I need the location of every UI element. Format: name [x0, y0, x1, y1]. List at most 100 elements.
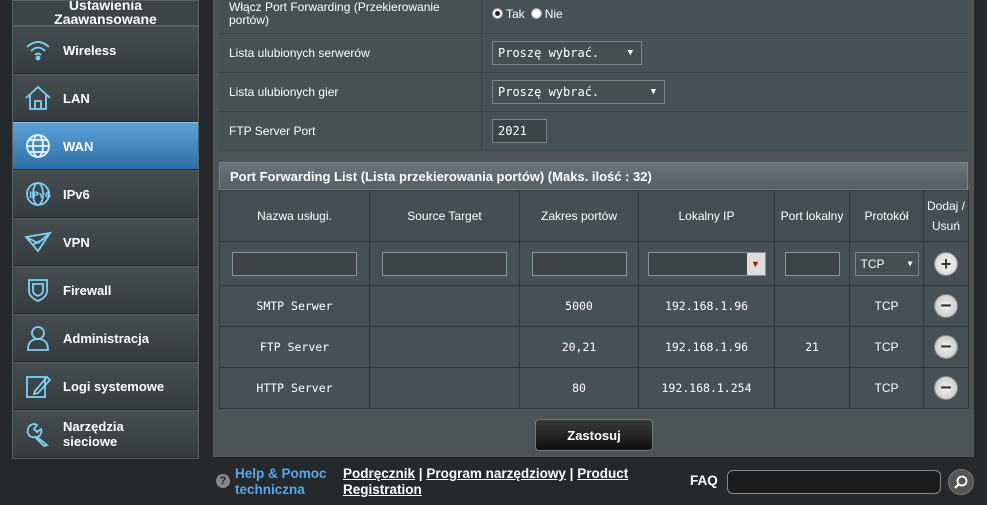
faq-label: FAQ — [690, 473, 718, 488]
sidebar: Ustawienia Zaawansowane Wireless LAN WAN… — [12, 0, 199, 459]
enable-port-forwarding-row: Włącz Port Forwarding (Przekierowanie po… — [219, 0, 968, 34]
ftp-server-port-input[interactable]: 2021 — [492, 119, 547, 143]
table-row: FTP Server 20,21 192.168.1.96 21 TCP − — [219, 326, 969, 368]
shield-icon — [23, 275, 53, 305]
local-port-input[interactable] — [784, 251, 840, 276]
sidebar-item-label: Narzędzia sieciowe — [63, 419, 124, 449]
sidebar-item-lan[interactable]: LAN — [13, 74, 198, 122]
fav-servers-label: Lista ulubionych serwerów — [219, 34, 482, 72]
sidebar-item-vpn[interactable]: VPN — [13, 218, 198, 266]
row-service-name: HTTP Server — [219, 367, 370, 409]
svg-text:IPv6: IPv6 — [29, 191, 51, 201]
row-protocol: TCP — [849, 367, 924, 409]
add-rule-button[interactable]: + — [934, 251, 958, 276]
sidebar-title-line2: Zaawansowane — [54, 11, 157, 26]
fav-servers-row: Lista ulubionych serwerów Proszę wybrać.… — [219, 34, 968, 73]
row-local-port — [774, 367, 850, 409]
main-panel: Włącz Port Forwarding (Przekierowanie po… — [213, 0, 974, 457]
minus-icon: − — [940, 295, 952, 316]
row-local-port — [774, 285, 850, 327]
minus-icon: − — [940, 377, 952, 398]
service-name-input[interactable] — [232, 251, 357, 276]
product-registration-link-line2[interactable]: Registration — [343, 482, 422, 497]
fav-games-value: Proszę wybrać. — [498, 85, 600, 99]
dropdown-arrow-icon[interactable]: ▼ — [746, 252, 765, 275]
separator: | — [569, 466, 574, 481]
port-forwarding-table: Nazwa usługi. Source Target Zakres portó… — [219, 190, 969, 409]
footer-links: Podręcznik | Program narzędziowy | Produ… — [343, 466, 643, 498]
fav-games-select[interactable]: Proszę wybrać. ▼ — [492, 80, 665, 104]
minus-icon: − — [940, 336, 952, 357]
col-port-range: Zakres portów — [519, 190, 639, 242]
product-registration-link[interactable]: Product — [577, 466, 628, 481]
row-port-range: 80 — [519, 367, 639, 409]
chevron-down-icon: ▼ — [650, 87, 656, 97]
row-local-port: 21 — [774, 326, 850, 368]
wifi-icon — [23, 35, 53, 65]
protocol-select[interactable]: TCP ▼ — [854, 251, 919, 276]
sidebar-item-label: Wireless — [63, 42, 117, 58]
col-add-remove: Dodaj / Usuń — [923, 190, 969, 242]
home-icon — [23, 83, 53, 113]
remove-rule-button[interactable]: − — [934, 376, 958, 400]
sidebar-item-label: IPv6 — [63, 186, 90, 202]
separator: | — [418, 466, 423, 481]
plus-icon: + — [940, 253, 952, 274]
row-protocol: TCP — [849, 326, 924, 368]
user-icon — [23, 323, 53, 353]
fav-games-label: Lista ulubionych gier — [219, 73, 482, 111]
enable-pf-no-radio[interactable] — [530, 8, 542, 19]
col-service-name: Nazwa usługi. — [219, 190, 370, 242]
sidebar-item-label: Administracja — [63, 330, 149, 346]
sidebar-item-wan[interactable]: WAN — [13, 122, 198, 170]
sidebar-item-label: WAN — [63, 138, 94, 154]
sidebar-item-ipv6[interactable]: IPv6 IPv6 — [13, 170, 198, 218]
enable-pf-yes-radio[interactable] — [492, 8, 503, 19]
help-icon: ? — [216, 474, 230, 488]
row-service-name: SMTP Serwer — [219, 285, 370, 327]
sidebar-item-firewall[interactable]: Firewall — [13, 266, 198, 314]
utility-link[interactable]: Program narzędziowy — [426, 466, 566, 481]
fav-games-row: Lista ulubionych gier Proszę wybrać. ▼ — [219, 73, 968, 112]
sidebar-item-narzedzia-sieciowe[interactable]: Narzędzia sieciowe — [13, 410, 198, 458]
fav-servers-select[interactable]: Proszę wybrać. ▼ — [492, 41, 642, 65]
remove-rule-button[interactable]: − — [934, 294, 958, 318]
faq-search-button[interactable] — [948, 469, 974, 495]
faq-search-input[interactable] — [727, 470, 941, 494]
row-source-target — [369, 285, 520, 327]
remove-rule-button[interactable]: − — [934, 335, 958, 359]
wrench-icon — [23, 419, 53, 449]
row-source-target — [369, 326, 520, 368]
table-row: HTTP Server 80 192.168.1.254 TCP − — [219, 367, 969, 409]
port-range-input[interactable] — [531, 251, 627, 276]
sidebar-item-administracja[interactable]: Administracja — [13, 314, 198, 362]
manual-link[interactable]: Podręcznik — [343, 466, 415, 481]
col-source-target: Source Target — [369, 190, 520, 242]
protocol-select-value: TCP — [860, 256, 885, 271]
row-port-range: 5000 — [519, 285, 639, 327]
globe-icon — [23, 131, 53, 161]
vpn-icon — [23, 227, 53, 257]
apply-button[interactable]: Zastosuj — [535, 419, 653, 451]
row-local-ip: 192.168.1.96 — [638, 285, 775, 327]
col-protocol: Protokół — [849, 190, 924, 242]
row-source-target — [369, 367, 520, 409]
local-ip-input[interactable]: ▼ — [647, 251, 766, 276]
log-icon — [23, 371, 53, 401]
ftp-server-port-label: FTP Server Port — [219, 112, 482, 150]
col-local-ip: Lokalny IP — [638, 190, 775, 242]
col-local-port: Port lokalny — [774, 190, 850, 242]
source-target-input[interactable] — [382, 251, 507, 276]
row-port-range: 20,21 — [519, 326, 639, 368]
sidebar-title: Ustawienia Zaawansowane — [13, 1, 198, 26]
enable-port-forwarding-options: Tak Nie — [482, 0, 968, 33]
row-protocol: TCP — [849, 285, 924, 327]
enable-pf-yes-label: Tak — [506, 6, 525, 21]
port-forwarding-list: Port Forwarding List (Lista przekierowan… — [219, 162, 969, 409]
sidebar-item-wireless[interactable]: Wireless — [13, 26, 198, 74]
sidebar-item-label: VPN — [63, 234, 90, 250]
fav-servers-value: Proszę wybrać. — [498, 46, 600, 60]
sidebar-item-logi-systemowe[interactable]: Logi systemowe — [13, 362, 198, 410]
help-support[interactable]: Help & Pomoc techniczna — [235, 466, 327, 498]
enable-port-forwarding-label: Włącz Port Forwarding (Przekierowanie po… — [219, 0, 482, 33]
